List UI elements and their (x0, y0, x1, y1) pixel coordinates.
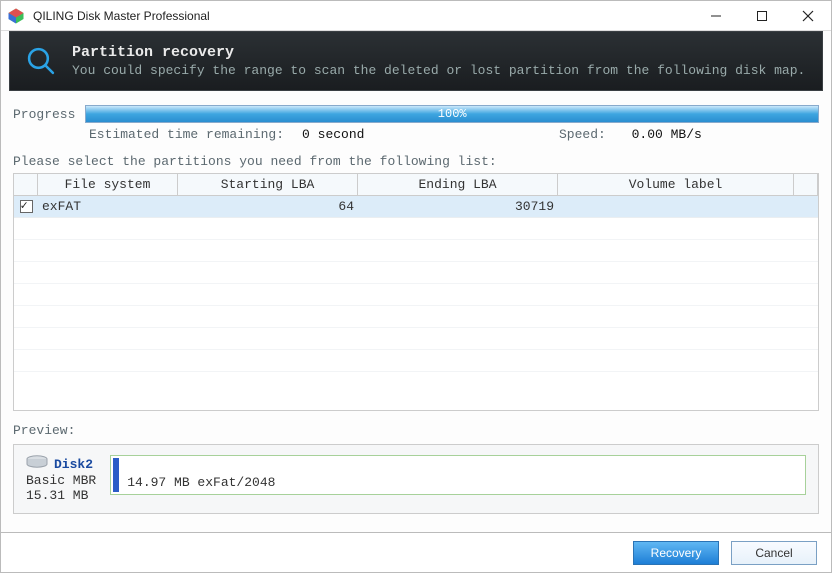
select-prompt: Please select the partitions you need fr… (13, 154, 819, 169)
partition-caption: 14.97 MB exFat/2048 (127, 475, 799, 490)
speed-label: Speed: (559, 127, 606, 142)
partition-segment[interactable] (113, 458, 119, 492)
window-title: QILING Disk Master Professional (33, 9, 210, 23)
maximize-button[interactable] (739, 1, 785, 31)
progress-label: Progress (13, 107, 75, 122)
cell-file-system: exFAT (38, 199, 178, 214)
col-ending-lba[interactable]: Ending LBA (358, 174, 558, 195)
preview-label: Preview: (13, 423, 819, 438)
disk-map[interactable]: 14.97 MB exFat/2048 (110, 455, 806, 495)
row-checkbox[interactable] (20, 200, 33, 213)
col-starting-lba[interactable]: Starting LBA (178, 174, 358, 195)
disk-name: Disk2 (54, 457, 93, 472)
disk-icon (26, 455, 48, 473)
cancel-button[interactable]: Cancel (731, 541, 817, 565)
recovery-button[interactable]: Recovery (633, 541, 719, 565)
speed-value: 0.00 MB/s (632, 127, 702, 142)
cell-ending-lba: 30719 (358, 199, 558, 214)
cell-starting-lba: 64 (178, 199, 358, 214)
partition-table: File system Starting LBA Ending LBA Volu… (13, 173, 819, 411)
minimize-button[interactable] (693, 1, 739, 31)
close-button[interactable] (785, 1, 831, 31)
progress-bar: 100% (85, 105, 819, 123)
app-icon (7, 7, 25, 25)
page-subtitle: You could specify the range to scan the … (72, 63, 805, 78)
table-row[interactable]: exFAT 64 30719 (14, 196, 818, 218)
preview-box: Disk2 Basic MBR 15.31 MB 14.97 MB exFat/… (13, 444, 819, 514)
scan-icon (24, 44, 58, 78)
disk-type: Basic MBR (26, 473, 96, 488)
eta-label: Estimated time remaining: (89, 127, 284, 142)
col-volume-label[interactable]: Volume label (558, 174, 794, 195)
col-file-system[interactable]: File system (38, 174, 178, 195)
eta-value: 0 second (302, 127, 364, 142)
page-title: Partition recovery (72, 44, 805, 61)
progress-percent: 100% (438, 107, 467, 121)
disk-size: 15.31 MB (26, 488, 96, 503)
